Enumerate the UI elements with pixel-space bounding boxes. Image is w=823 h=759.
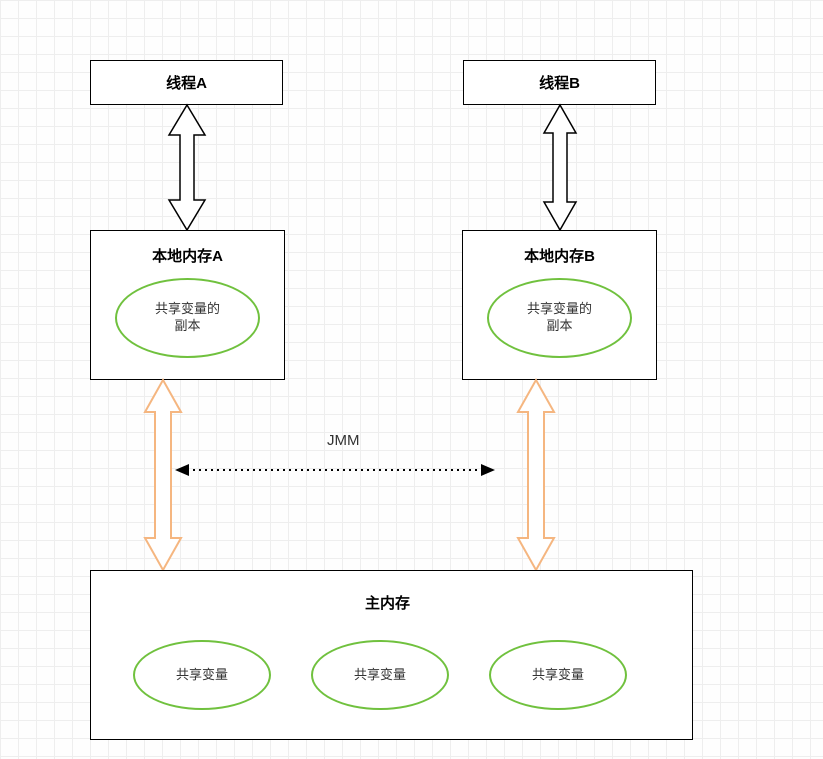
- local-a-copy-ellipse: 共享变量的 副本: [115, 278, 260, 358]
- shared-var-3-text: 共享变量: [532, 667, 584, 684]
- shared-var-ellipse-1: 共享变量: [133, 640, 271, 710]
- local-a-copy-text: 共享变量的 副本: [155, 301, 220, 335]
- thread-a-label: 线程A: [166, 72, 207, 93]
- thread-a-box: 线程A: [90, 60, 283, 105]
- local-memory-a-title: 本地内存A: [152, 245, 223, 266]
- shared-var-2-text: 共享变量: [354, 667, 406, 684]
- local-memory-b-title: 本地内存B: [524, 245, 595, 266]
- shared-var-ellipse-2: 共享变量: [311, 640, 449, 710]
- local-b-copy-text: 共享变量的 副本: [527, 301, 592, 335]
- thread-b-box: 线程B: [463, 60, 656, 105]
- arrow-threadB-localB: [536, 105, 584, 230]
- shared-var-1-text: 共享变量: [176, 667, 228, 684]
- main-memory-title: 主内存: [365, 592, 410, 613]
- thread-b-label: 线程B: [539, 72, 580, 93]
- arrow-threadA-localA: [157, 105, 217, 230]
- jmm-dotted-arrow: [175, 462, 495, 478]
- shared-var-ellipse-3: 共享变量: [489, 640, 627, 710]
- arrow-localB-main: [506, 380, 566, 570]
- jmm-label: JMM: [327, 432, 360, 449]
- local-b-copy-ellipse: 共享变量的 副本: [487, 278, 632, 358]
- diagram-canvas: 线程A 线程B 本地内存A 共享变量的 副本 本地内存B 共享变量的 副本 JM…: [0, 0, 823, 759]
